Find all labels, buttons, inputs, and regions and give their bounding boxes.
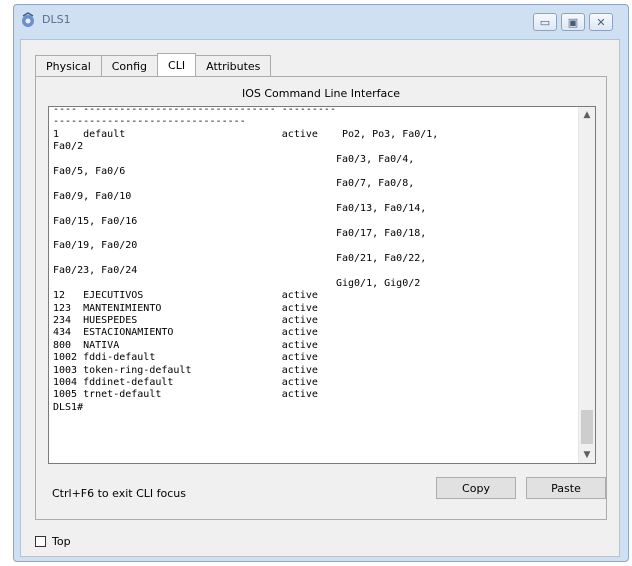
top-label: Top (52, 535, 71, 548)
router-app-icon (22, 12, 34, 27)
copy-button[interactable]: Copy (436, 477, 516, 499)
terminal-line: Fa0/23, Fa0/24 (53, 265, 138, 277)
close-button[interactable]: ✕ (589, 13, 613, 31)
terminal-line: 1 default active Po2, Po3, Fa0/1, (53, 128, 439, 140)
tab-cli[interactable]: CLI (157, 53, 197, 76)
maximize-icon: ▣ (567, 15, 579, 29)
terminal-line: -------------------------------- (53, 116, 246, 128)
terminal-line: 434 ESTACIONAMIENTO active (53, 327, 318, 339)
cli-focus-hint: Ctrl+F6 to exit CLI focus (52, 487, 187, 500)
paste-button[interactable]: Paste (526, 477, 606, 499)
tab-config[interactable]: Config (100, 55, 159, 76)
maximize-button[interactable]: ▣ (561, 13, 585, 31)
window-content: Physical Config CLI Attributes IOS Comma… (20, 39, 620, 557)
terminal-line: Fa0/2 (53, 141, 84, 153)
terminal-line: DLS1# (53, 401, 84, 413)
panel-title: IOS Command Line Interface (241, 87, 401, 100)
tab-attributes[interactable]: Attributes (195, 55, 272, 76)
terminal-scrollbar[interactable]: ▲ ▼ (578, 107, 595, 463)
terminal-line: 12 EJECUTIVOS active (53, 290, 318, 302)
close-icon: ✕ (596, 15, 606, 29)
terminal-line: 1004 fddinet-default active (53, 376, 318, 388)
terminal-line: Fa0/7, Fa0/8, (53, 178, 415, 190)
device-window: DLS1 ▭ ▣ ✕ Physical Config CLI Attribute… (13, 4, 629, 562)
terminal-line: Gig0/1, Gig0/2 (53, 277, 421, 289)
scroll-down-icon[interactable]: ▼ (579, 447, 595, 463)
terminal-line: 234 HUESPEDES active (53, 314, 318, 326)
title-bar[interactable]: DLS1 ▭ ▣ ✕ (14, 5, 628, 35)
scroll-up-icon[interactable]: ▲ (579, 107, 595, 123)
terminal-line: Fa0/9, Fa0/10 (53, 190, 132, 202)
terminal-line: Fa0/5, Fa0/6 (53, 166, 126, 178)
tab-bar: Physical Config CLI Attributes (35, 53, 272, 77)
terminal-line: ---- -------------------------------- --… (53, 106, 336, 115)
minimize-icon: ▭ (539, 15, 551, 29)
terminal-line: 1002 fddi-default active (53, 352, 318, 364)
terminal-line: 123 MANTENIMIENTO active (53, 302, 318, 314)
cli-terminal[interactable]: ---- -------------------------------- --… (48, 106, 596, 464)
terminal-output[interactable]: ---- -------------------------------- --… (53, 106, 439, 414)
window-title: DLS1 (42, 13, 71, 26)
terminal-line: Fa0/19, Fa0/20 (53, 240, 138, 252)
terminal-line: Fa0/21, Fa0/22, (53, 252, 427, 264)
top-checkbox[interactable] (35, 536, 46, 547)
terminal-line: Fa0/3, Fa0/4, (53, 153, 415, 165)
terminal-line: 800 NATIVA active (53, 339, 318, 351)
tab-physical[interactable]: Physical (35, 55, 102, 76)
minimize-button[interactable]: ▭ (533, 13, 557, 31)
cli-panel: IOS Command Line Interface ---- --------… (35, 76, 607, 520)
terminal-line: Fa0/15, Fa0/16 (53, 215, 138, 227)
terminal-line: Fa0/17, Fa0/18, (53, 228, 427, 240)
top-option[interactable]: Top (35, 535, 71, 548)
terminal-line: 1003 token-ring-default active (53, 364, 318, 376)
terminal-line: Fa0/13, Fa0/14, (53, 203, 427, 215)
terminal-line: 1005 trnet-default active (53, 389, 318, 401)
scrollbar-thumb[interactable] (581, 410, 593, 444)
